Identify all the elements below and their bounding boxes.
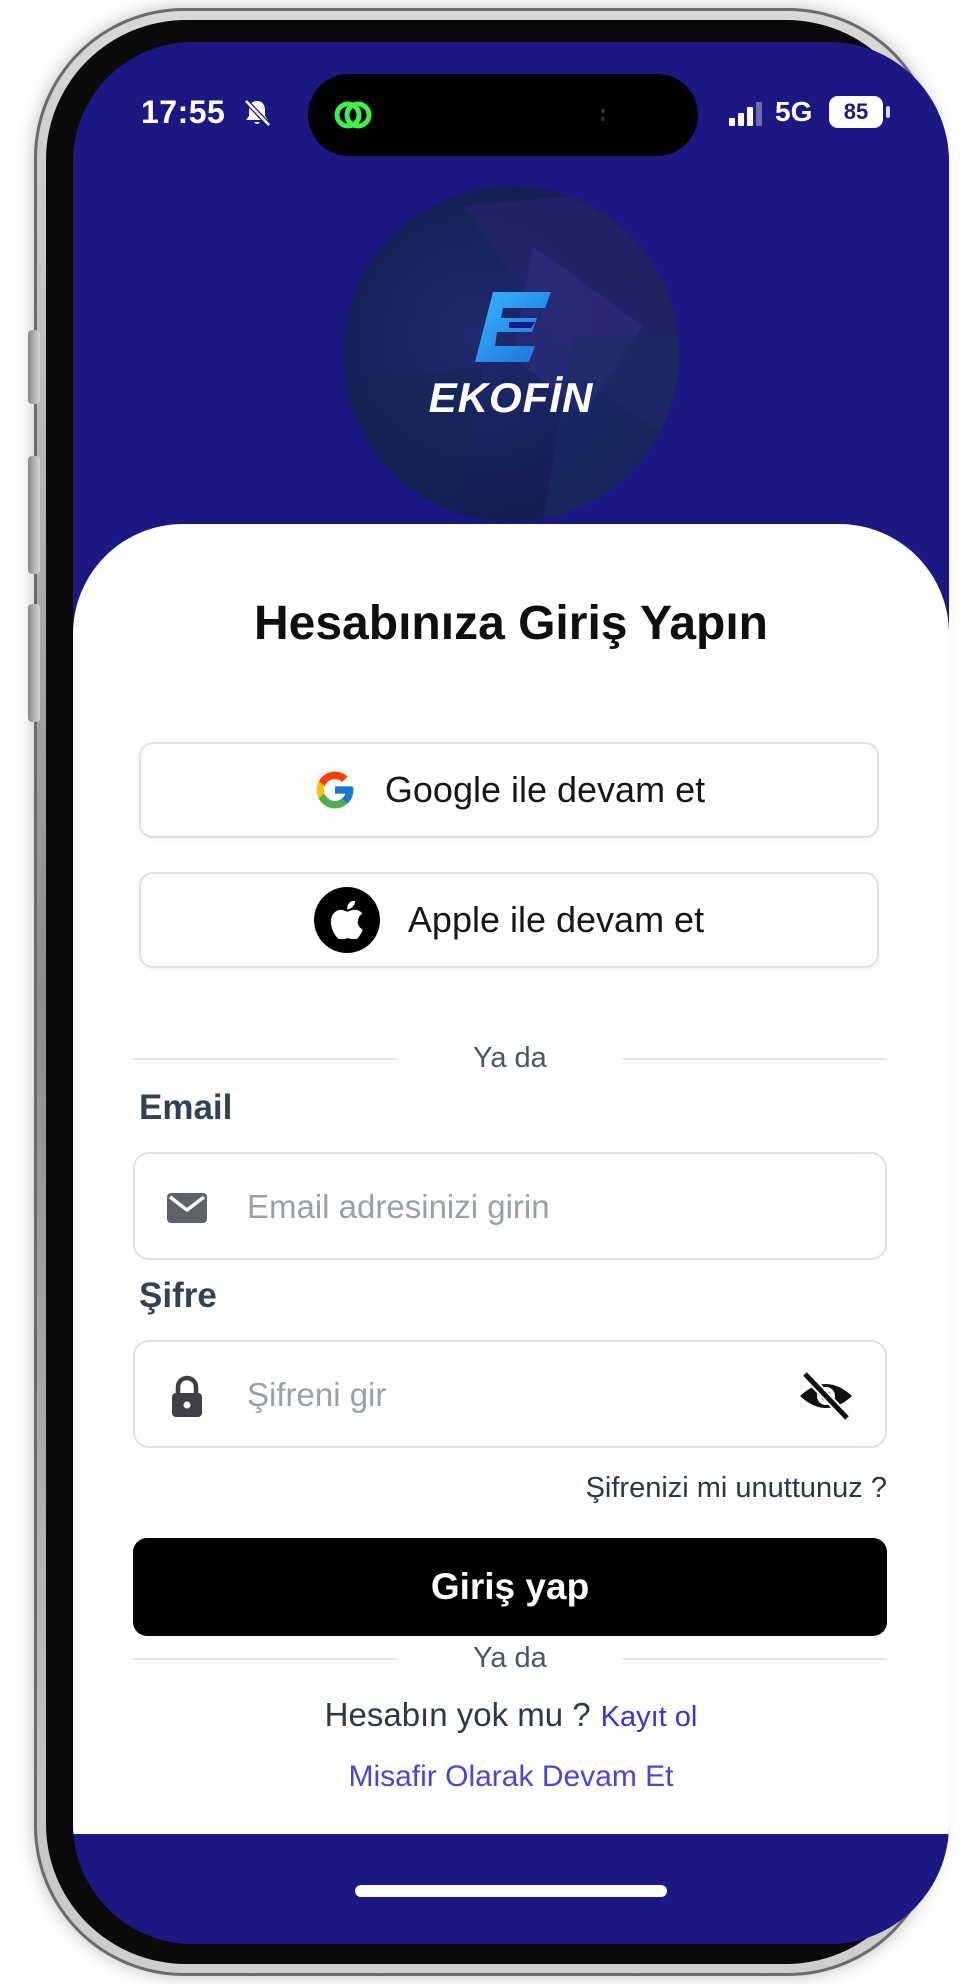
divider-line-right: [623, 1058, 887, 1060]
logo-mark-icon: [475, 292, 551, 362]
password-label: Şifre: [139, 1276, 217, 1315]
sensor-dots: [601, 109, 605, 121]
signal-icon: [729, 102, 762, 126]
app-logo: EKOFİN: [343, 186, 679, 522]
forgot-password-link[interactable]: Şifrenizi mi unuttunuz ?: [586, 1472, 887, 1505]
apple-icon: [313, 887, 380, 953]
signup-prompt: Hesabın yok mu ? Kayıt ol: [73, 1696, 949, 1734]
lock-icon: [172, 1375, 202, 1417]
app-screen: 17:55 5G 85 EKOFİN Hesabınıza Giriş Yapı…: [73, 42, 949, 1944]
action-button: [28, 330, 40, 404]
email-field-container[interactable]: [133, 1152, 887, 1260]
email-label: Email: [139, 1088, 233, 1127]
envelope-icon: [167, 1193, 207, 1223]
eye-slash-icon[interactable]: [797, 1370, 855, 1422]
password-input[interactable]: [245, 1342, 789, 1448]
page-title: Hesabınıza Giriş Yapın: [254, 597, 768, 650]
google-signin-label: Google ile devam et: [384, 769, 706, 810]
password-field-container[interactable]: [133, 1340, 887, 1448]
link-icon: [334, 101, 372, 129]
volume-down-button: [28, 604, 40, 722]
divider-line-right: [623, 1658, 887, 1660]
google-icon: [316, 771, 354, 809]
battery-indicator: 85: [829, 96, 883, 128]
email-input[interactable]: [245, 1154, 789, 1260]
google-signin-button[interactable]: Google ile devam et: [139, 742, 879, 838]
login-button[interactable]: Giriş yap: [133, 1538, 887, 1636]
dynamic-island: [308, 74, 698, 156]
signup-link[interactable]: Kayıt ol: [601, 1701, 698, 1733]
or-divider-bottom: Ya da: [133, 1638, 887, 1678]
hero-header: 17:55 5G 85 EKOFİN: [73, 42, 949, 562]
bell-slash-icon: [244, 99, 271, 127]
volume-up-button: [28, 456, 40, 574]
logo-text: EKOFİN: [428, 374, 594, 421]
or-divider: Ya da: [133, 1038, 887, 1078]
apple-signin-button[interactable]: Apple ile devam et: [139, 872, 879, 968]
login-card: Hesabınıza Giriş Yapın Google ile devam …: [73, 524, 949, 1834]
status-bar: 17:55 5G 85: [73, 42, 949, 192]
network-type: 5G: [775, 96, 813, 127]
guest-continue-link[interactable]: Misafir Olarak Devam Et: [73, 1760, 949, 1794]
apple-signin-label: Apple ile devam et: [407, 899, 705, 940]
no-account-text: Hesabın yok mu ?: [324, 1696, 591, 1733]
status-time: 17:55: [141, 94, 226, 130]
home-indicator[interactable]: [355, 1885, 667, 1897]
battery-tip: [886, 106, 890, 118]
